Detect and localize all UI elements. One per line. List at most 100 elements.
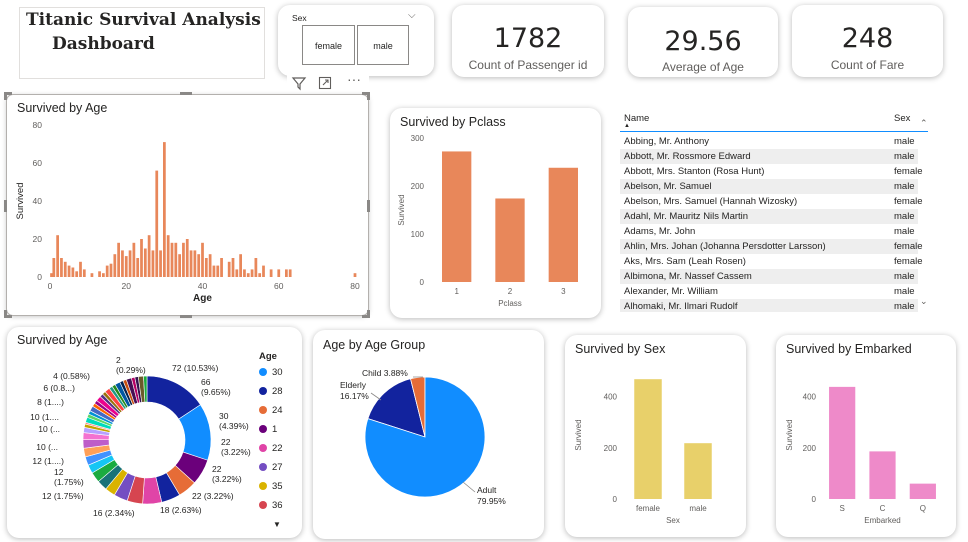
table-row[interactable]: Adahl, Mr. Mauritz Nils Martin male	[620, 209, 918, 224]
table-row[interactable]: Abbott, Mr. Rossmore Edward male	[620, 149, 918, 164]
table-header-sex[interactable]: Sex	[894, 113, 910, 124]
table-row[interactable]: Adams, Mr. John male	[620, 224, 918, 239]
bar	[197, 254, 201, 277]
cell-sex: male	[894, 271, 915, 282]
chevron-down-icon[interactable]: ⌵	[408, 10, 416, 21]
survived-by-age-bar-card[interactable]: Survived by Age 0 20 40 60 80 0 20 40 60 80 Age Sur…	[6, 94, 369, 316]
resize-handle[interactable]	[180, 92, 192, 95]
scroll-up-icon[interactable]: ⌃	[920, 118, 928, 129]
dashboard-title-line1: Titanic Survival Analysis	[26, 10, 261, 30]
visual-header-icons: ···	[287, 71, 369, 92]
resize-handle[interactable]	[4, 92, 12, 100]
legend-item[interactable]: 30	[259, 367, 283, 378]
survived-by-embarked-card[interactable]: Survived by Embarked 0 200 400 S C Q Embarked S…	[776, 335, 956, 537]
legend-item[interactable]: 22	[259, 443, 283, 454]
y-axis-label: Survived	[785, 419, 794, 450]
bar	[136, 258, 140, 277]
legend-label: 24	[272, 405, 283, 416]
slice-data-label: (0.29%)	[116, 365, 146, 375]
resize-handle[interactable]	[180, 315, 192, 318]
legend-item[interactable]: 36	[259, 500, 283, 511]
bar	[204, 258, 208, 277]
y-tick-label: 400	[604, 393, 618, 402]
bar	[79, 261, 82, 277]
slicer-option-female[interactable]: female	[302, 25, 355, 65]
resize-handle[interactable]	[362, 310, 370, 318]
table-row[interactable]: Alhomaki, Mr. Ilmari Rudolf male	[620, 299, 918, 312]
bar	[163, 142, 166, 277]
table-row[interactable]: Aks, Mrs. Sam (Leah Rosen) female	[620, 254, 923, 269]
kpi-card-average-age: 29.56 Average of Age	[628, 7, 778, 77]
cell-sex: male	[894, 286, 915, 297]
slice-data-label: Adult	[477, 485, 497, 495]
cell-name: Abbott, Mr. Rossmore Edward	[624, 151, 751, 162]
vertical-scrollbar[interactable]: ⌃ ⌄	[920, 118, 928, 312]
survived-by-sex-card[interactable]: Survived by Sex 0 200 400 female male Sex Surv…	[565, 335, 746, 537]
legend-item[interactable]: 24	[259, 405, 283, 416]
slicer-option-male[interactable]: male	[357, 25, 409, 65]
focus-mode-icon[interactable]	[317, 75, 333, 91]
slice-data-label: 66	[201, 377, 211, 387]
bar	[829, 386, 856, 499]
bar	[212, 265, 216, 277]
y-tick-label: 400	[803, 393, 817, 402]
y-tick-label: 0	[613, 495, 618, 504]
legend: Age 30 28 24 1 22 27 35 36 ▼	[259, 351, 299, 531]
kpi-label: Count of Fare	[830, 58, 905, 72]
legend-item[interactable]: 27	[259, 462, 283, 473]
survived-by-age-donut-card[interactable]: Survived by Age 72 (10.53%) 66 (9.65%) 30 (4…	[7, 327, 302, 538]
cell-name: Abelson, Mrs. Samuel (Hannah Wizosky)	[624, 196, 798, 207]
cell-sex: male	[894, 226, 915, 237]
bar	[201, 242, 204, 277]
filter-icon[interactable]	[291, 75, 307, 91]
kpi-label: Average of Age	[662, 60, 744, 74]
legend-item[interactable]: 1	[259, 424, 277, 435]
x-tick-label: Q	[920, 504, 926, 513]
y-axis-label: Survived	[397, 194, 406, 225]
bar	[143, 248, 147, 277]
legend-item[interactable]: 35	[259, 481, 283, 492]
legend-item[interactable]: 28	[259, 386, 283, 397]
legend-marker	[259, 406, 267, 415]
scroll-down-icon[interactable]: ⌄	[920, 296, 928, 307]
slice-data-label: (3.22%)	[212, 474, 242, 484]
bar	[98, 271, 101, 277]
table-row[interactable]: Albimona, Mr. Nassef Cassem male	[620, 269, 918, 284]
table-row[interactable]: Abelson, Mrs. Samuel (Hannah Wizosky) fem…	[620, 194, 923, 209]
bar	[250, 269, 254, 277]
table-row[interactable]: Abbing, Mr. Anthony male	[620, 134, 918, 149]
x-tick-label: S	[839, 504, 844, 513]
legend-label: 36	[272, 500, 283, 511]
bar	[258, 273, 262, 277]
y-tick-label: 20	[33, 234, 43, 244]
table-row[interactable]: Alexander, Mr. William male	[620, 284, 918, 299]
slice-data-label: 12 (1....)	[32, 456, 64, 466]
resize-handle[interactable]	[362, 92, 370, 100]
bar	[285, 269, 288, 277]
more-options-icon[interactable]: ···	[347, 71, 361, 87]
bar	[151, 250, 155, 277]
cell-name: Ahlin, Mrs. Johan (Johanna Persdotter La…	[624, 241, 826, 252]
age-group-pie-chart: Child 3.88% Elderly16.17% Adult79.95%	[340, 368, 506, 506]
resize-handle[interactable]	[367, 200, 370, 212]
table-row[interactable]: Ahlin, Mrs. Johan (Johanna Persdotter La…	[620, 239, 923, 254]
survived-by-pclass-card[interactable]: Survived by Pclass 0 100 200 300 1 2 3 Pclass Su…	[390, 108, 601, 318]
bar	[227, 261, 231, 277]
table-row[interactable]: Abbott, Mrs. Stanton (Rosa Hunt) female	[620, 164, 923, 179]
table-row[interactable]: Abelson, Mr. Samuel male	[620, 179, 918, 194]
y-tick-label: 0	[37, 272, 42, 282]
age-by-age-group-card[interactable]: Age by Age Group Child 3.88% Elderly 16.17…	[313, 330, 544, 539]
resize-handle[interactable]	[4, 200, 7, 212]
bar	[109, 263, 113, 277]
bar	[124, 256, 128, 277]
legend-scroll-down-icon[interactable]: ▼	[273, 520, 281, 529]
bar	[63, 261, 67, 277]
kpi-card-passenger-count: 1782 Count of Passenger id	[452, 5, 604, 77]
legend-marker	[259, 444, 267, 453]
bar	[231, 258, 235, 277]
x-tick-label: 80	[350, 281, 360, 291]
slice-data-label: 16.17%	[340, 391, 369, 401]
passenger-table: Name ▲ Sex Abbing, Mr. Anthony male Abbott…	[620, 110, 932, 314]
resize-handle[interactable]	[4, 310, 12, 318]
cell-name: Abbott, Mrs. Stanton (Rosa Hunt)	[624, 166, 765, 177]
